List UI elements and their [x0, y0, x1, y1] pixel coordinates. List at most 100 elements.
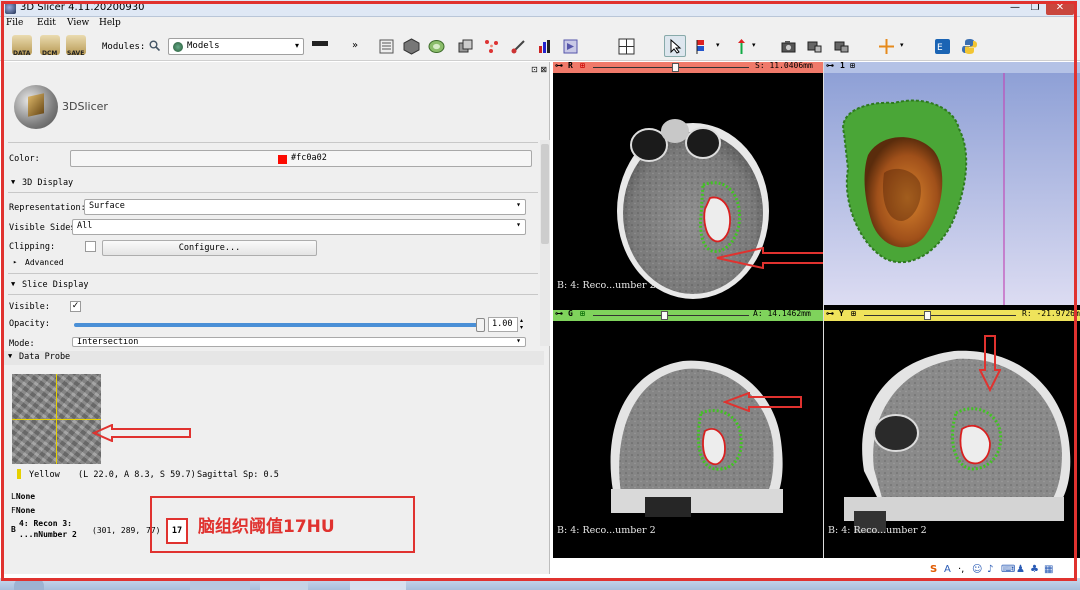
section-slice-display-title: Slice Display [22, 280, 89, 290]
crosshair-vertical-icon[interactable] [733, 38, 750, 55]
markups-module-icon[interactable] [483, 38, 500, 55]
chevron-down-icon[interactable]: ▾ [716, 41, 720, 49]
module-selector[interactable]: Models ▾ [168, 38, 304, 55]
panel-window-buttons[interactable]: ⊡ ⊠ [531, 65, 547, 74]
green-slice-controller[interactable]: ⊶ G ⊞ A: 14.1462mm [553, 309, 823, 321]
microphone-icon[interactable]: ♪ [987, 564, 993, 575]
visible-checkbox[interactable]: ✓ [70, 301, 81, 312]
data-module-icon[interactable] [378, 38, 395, 55]
chevron-down-icon[interactable]: ▾ [900, 41, 904, 49]
color-picker-button[interactable]: #fc0a02 [70, 150, 532, 167]
chevron-down-icon: ▾ [516, 200, 521, 209]
extension-manager-icon[interactable]: E [934, 38, 951, 55]
chevron-right-icon[interactable]: ▸ [13, 258, 17, 266]
save-button[interactable]: SAVE [66, 35, 86, 57]
models-module-icon-button[interactable] [428, 38, 445, 55]
pin-icon[interactable]: ⊶ [555, 61, 563, 70]
chevron-down-icon[interactable]: ▾ [752, 41, 756, 49]
threed-view[interactable] [824, 73, 1080, 305]
section-slice-display[interactable]: ▼ Slice Display [8, 279, 538, 293]
opacity-slider-handle[interactable] [476, 318, 485, 332]
maximize-button[interactable]: ❐ [1026, 1, 1044, 15]
segment-editor-icon[interactable] [510, 38, 527, 55]
user-icon[interactable]: ♟ [1016, 564, 1025, 575]
screenshot-camera-icon[interactable] [780, 38, 797, 55]
scene-restore-icon[interactable] [833, 38, 850, 55]
collapse-arrow-icon: ▼ [11, 280, 16, 288]
section-data-probe[interactable]: ▼ Data Probe [4, 351, 544, 365]
keyboard-icon[interactable]: ⌨ [1001, 564, 1015, 575]
volumes-module-icon[interactable] [403, 38, 420, 55]
start-button[interactable] [14, 578, 44, 590]
pin-icon[interactable]: ⊶ [826, 309, 834, 318]
emoji-icon[interactable]: ☺ [972, 564, 982, 575]
scrollbar-thumb[interactable] [541, 144, 549, 244]
menu-view[interactable]: View [67, 18, 89, 28]
load-data-button[interactable]: DATA [12, 35, 32, 57]
color-label: Color: [9, 154, 40, 164]
opacity-slider-track[interactable] [74, 323, 482, 327]
module-panel: ⊡ ⊠ 3DSlicer Color: #fc0a02 ▼ 3D Display… [4, 62, 550, 574]
more-modules-button[interactable]: » [352, 40, 358, 51]
pointer-arrow-icon [670, 39, 682, 54]
crosshair-icon[interactable] [878, 38, 895, 55]
green-slice-slider-handle[interactable] [660, 311, 668, 320]
spin-arrows-icon[interactable]: ▴ ▾ [520, 317, 523, 331]
link-icon[interactable]: ⊞ [580, 61, 585, 70]
red-slice-slider-handle[interactable] [671, 63, 679, 72]
layer-foreground-value: None [15, 506, 36, 515]
taskbar-app-item[interactable] [190, 580, 250, 590]
close-button[interactable]: ✕ [1046, 1, 1074, 15]
red-slice-view[interactable] [553, 73, 823, 305]
chart-module-icon[interactable] [537, 38, 554, 55]
section-3d-display[interactable]: ▼ 3D Display [8, 177, 538, 191]
apps-icon[interactable]: ▦ [1044, 564, 1053, 575]
link-icon[interactable]: ⊞ [851, 309, 856, 318]
language-icon[interactable]: A [944, 564, 951, 575]
yellow-slice-slider-track[interactable] [864, 315, 1016, 316]
dicom-button[interactable]: DCM [40, 35, 60, 57]
representation-select[interactable]: Surface ▾ [84, 199, 526, 215]
divider [8, 142, 538, 143]
place-fiducial-icon[interactable] [695, 38, 712, 55]
module-history-icon[interactable] [312, 41, 328, 46]
menu-help[interactable]: Help [99, 18, 121, 28]
taskbar-app-item[interactable] [350, 580, 406, 590]
green-slice-view[interactable] [553, 321, 823, 554]
visible-sides-select[interactable]: All ▾ [72, 219, 526, 235]
yellow-slice-view[interactable] [824, 321, 1080, 554]
menu-edit[interactable]: Edit [37, 18, 56, 28]
divider [8, 294, 538, 295]
opacity-spinbox[interactable]: 1.00 [488, 317, 518, 332]
yellow-slice-slider-handle[interactable] [923, 311, 931, 320]
menu-file[interactable]: File [6, 18, 23, 28]
transforms-module-icon[interactable] [457, 38, 474, 55]
mode-select[interactable]: Intersection ▾ [72, 337, 526, 347]
extensions-module-icon[interactable] [562, 38, 579, 55]
yellow-slice-controller[interactable]: ⊶ Y ⊞ R: -21.9726m [824, 309, 1080, 321]
representation-value: Surface [89, 201, 125, 211]
configure-button[interactable]: Configure... [102, 240, 317, 256]
opacity-label: Opacity: [9, 319, 50, 329]
input-method-icon[interactable]: S [930, 564, 937, 575]
minimize-button[interactable]: — [1006, 1, 1024, 15]
scene-view-icon[interactable] [806, 38, 823, 55]
punctuation-icon[interactable]: ·, [958, 564, 964, 575]
python-console-icon[interactable] [961, 38, 978, 55]
search-icon[interactable] [149, 40, 160, 51]
layout-icon[interactable] [618, 38, 635, 55]
panel-scrollbar[interactable] [540, 140, 550, 346]
taskbar-app-item[interactable] [260, 580, 308, 590]
threed-view-controller[interactable]: ⊶ 1 ⊞ [824, 61, 1080, 73]
green-slice-slider-track[interactable] [593, 315, 749, 316]
red-slice-controller[interactable]: ⊶ R ⊞ S: 11.0406mm [553, 61, 823, 73]
select-mode-button[interactable] [664, 35, 686, 57]
link-icon[interactable]: ⊞ [850, 61, 855, 70]
green-slice-offset: A: 14.1462mm [753, 309, 811, 318]
link-icon[interactable]: ⊞ [580, 309, 585, 318]
pin-icon[interactable]: ⊶ [555, 309, 563, 318]
skin-icon[interactable]: ♣ [1030, 564, 1039, 575]
pin-icon[interactable]: ⊶ [826, 61, 834, 70]
clipping-checkbox[interactable] [85, 241, 96, 252]
advanced-toggle[interactable]: Advanced [25, 258, 64, 267]
